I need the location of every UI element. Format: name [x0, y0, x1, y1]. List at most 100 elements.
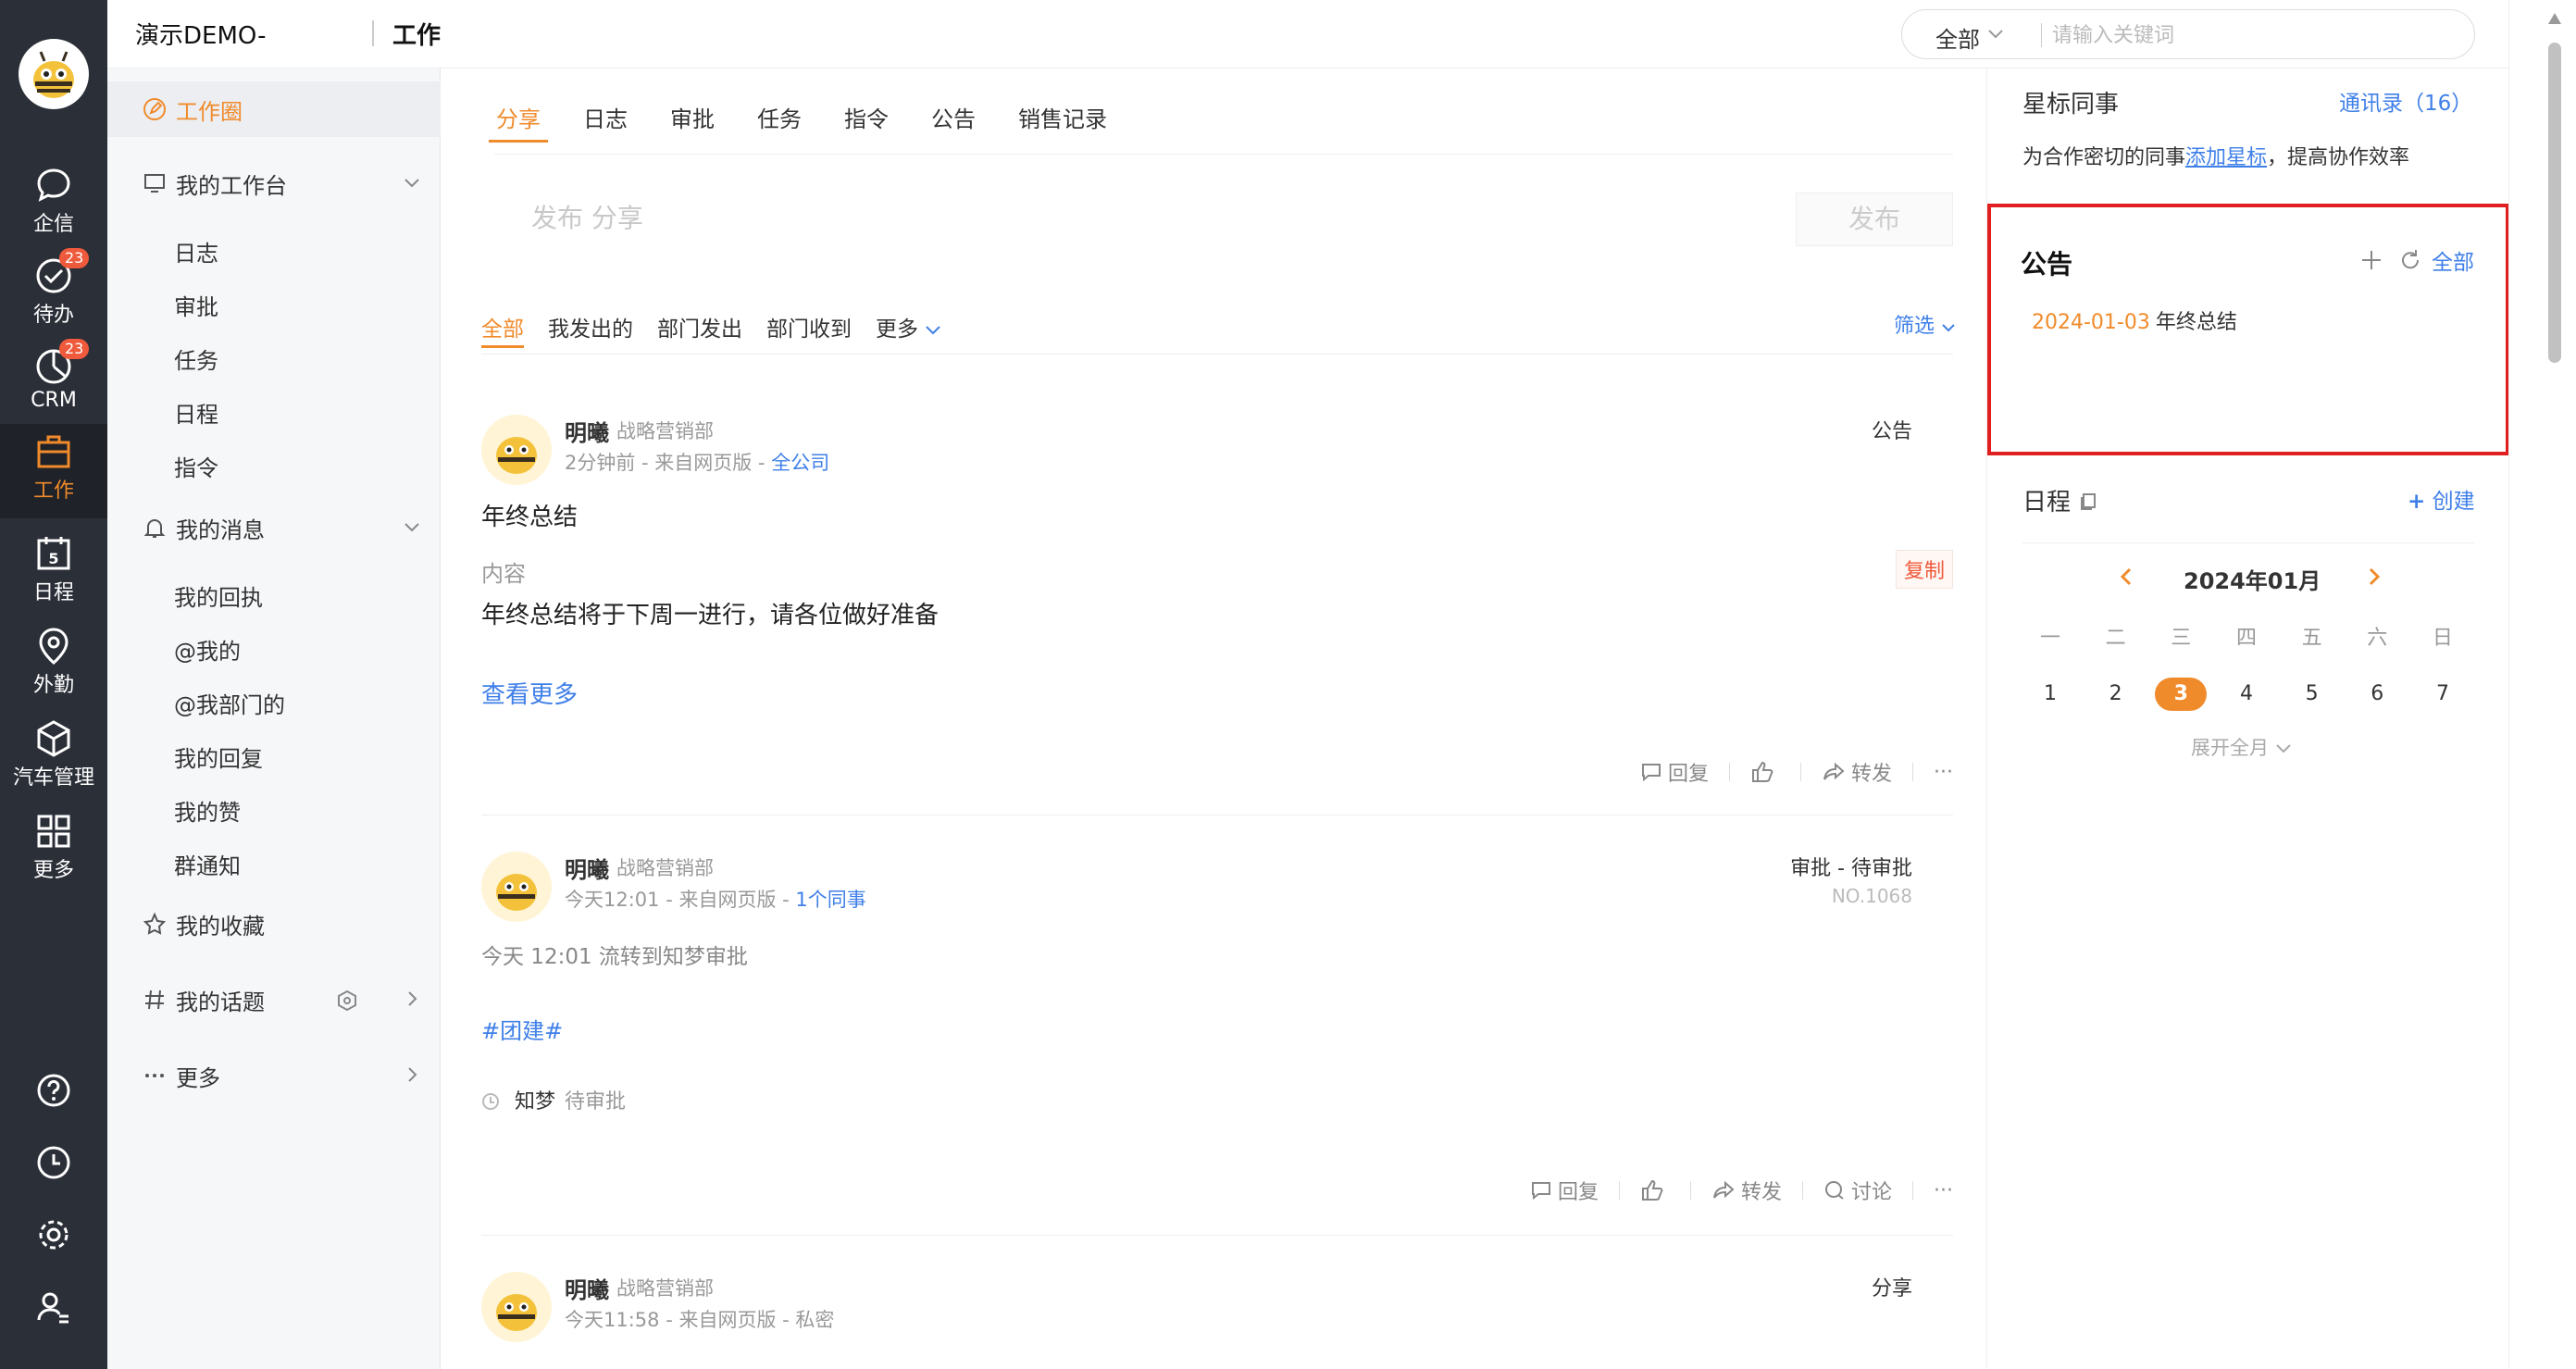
calendar-day[interactable]: 7 — [2417, 678, 2469, 711]
sidebar-subitem-approval[interactable]: 审批 — [174, 289, 218, 326]
create-schedule-button[interactable]: + 创建 — [2408, 483, 2475, 515]
contacts-link[interactable]: 通讯录（16） — [2339, 85, 2472, 117]
visibility-link[interactable]: 1个同事 — [795, 889, 865, 911]
avatar[interactable] — [481, 415, 552, 485]
bee-logo[interactable] — [19, 39, 89, 109]
rail-item-todo[interactable]: 待办 23 — [0, 248, 107, 337]
rail-item-car[interactable]: 汽车管理 — [0, 711, 107, 800]
calendar-day[interactable]: 1 — [2024, 678, 2076, 711]
search-input[interactable] — [2052, 19, 2441, 51]
scrollbar-thumb[interactable] — [2548, 43, 2561, 363]
publish-button[interactable]: 发布 — [1796, 193, 1953, 246]
sidebar-subitem-receipts[interactable]: 我的回执 — [174, 579, 263, 616]
sidebar-subitem-mentions[interactable]: @我的 — [174, 633, 241, 670]
filter-dept-sent[interactable]: 部门发出 — [657, 311, 742, 348]
tab-announcement[interactable]: 公告 — [931, 104, 976, 148]
tab-log[interactable]: 日志 — [583, 104, 628, 148]
sidebar-item-favorites[interactable]: 我的收藏 — [107, 896, 441, 952]
tab-sales-records[interactable]: 销售记录 — [1018, 104, 1107, 148]
forward-button[interactable]: 转发 — [1822, 757, 1892, 787]
like-button[interactable] — [1750, 761, 1780, 783]
sidebar-subitem-schedule[interactable]: 日程 — [174, 396, 218, 433]
copy-icon[interactable] — [2078, 492, 2098, 512]
tab-task[interactable]: 任务 — [757, 104, 802, 148]
action-divider — [1800, 763, 1801, 781]
history-button[interactable] — [0, 1133, 107, 1189]
author-name[interactable]: 明曦 — [565, 1272, 609, 1304]
expand-month-button[interactable]: 展开全月 — [2191, 733, 2292, 761]
forward-button[interactable]: 转发 — [1711, 1176, 1782, 1205]
calendar-day[interactable]: 5 — [2286, 678, 2338, 711]
search-scope-select[interactable]: 全部 — [1935, 21, 1980, 54]
rail-item-work[interactable]: 工作 — [0, 424, 107, 518]
tab-share[interactable]: 分享 — [489, 104, 548, 148]
sidebar-subitem-instruction[interactable]: 指令 — [174, 450, 218, 487]
sidebar-item-work-circle[interactable]: 工作圈 — [107, 81, 441, 137]
account-button[interactable] — [0, 1277, 107, 1333]
rail-item-field[interactable]: 外勤 — [0, 618, 107, 707]
topic-tag[interactable]: #团建# — [481, 1013, 563, 1045]
plus-icon[interactable] — [2359, 248, 2383, 272]
discuss-button[interactable]: 讨论 — [1823, 1176, 1892, 1205]
sidebar-item-my-messages[interactable]: 我的消息 — [107, 500, 441, 555]
company-name[interactable]: 演示DEMO- — [135, 17, 266, 51]
filter-sent-by-me[interactable]: 我发出的 — [548, 311, 633, 348]
sidebar-subitem-log[interactable]: 日志 — [174, 235, 218, 272]
view-more-link[interactable]: 查看更多 — [481, 676, 578, 710]
filter-button[interactable]: 筛选 — [1894, 309, 1956, 339]
avatar[interactable] — [481, 1272, 552, 1342]
announcement-all-link[interactable]: 全部 — [2432, 244, 2474, 276]
filter-more[interactable]: 更多 — [876, 311, 941, 348]
sidebar-subitem-dept-mentions[interactable]: @我部门的 — [174, 687, 285, 724]
compose-input[interactable]: 发布 分享 — [531, 198, 643, 235]
add-star-link[interactable]: 添加星标 — [2185, 146, 2267, 169]
filter-all[interactable]: 全部 — [481, 311, 524, 348]
post-type: 公告 — [1871, 420, 1912, 443]
work-feed: 分享 日志 审批 任务 指令 公告 销售记录 发布 分享 发布 全部 我发出的 … — [441, 68, 1986, 1369]
chevron-right-icon[interactable] — [402, 989, 422, 1009]
chevron-right-icon[interactable] — [402, 1064, 422, 1085]
rail-item-more[interactable]: 更多 — [0, 803, 107, 892]
sidebar-item-topics[interactable]: 我的话题 — [107, 972, 441, 1027]
scroll-up-icon[interactable] — [2548, 13, 2561, 24]
thumbs-up-icon — [1641, 1179, 1663, 1201]
chevron-down-icon[interactable] — [1987, 29, 2004, 40]
more-actions-button[interactable]: ··· — [1934, 761, 1953, 784]
calendar-day[interactable]: 6 — [2351, 678, 2403, 711]
settings-button[interactable] — [0, 1205, 107, 1261]
reply-button[interactable]: 回复 — [1640, 757, 1709, 787]
sidebar-item-more[interactable]: 更多 — [107, 1048, 441, 1103]
visibility-link[interactable]: 全公司 — [771, 452, 829, 474]
like-button[interactable] — [1640, 1179, 1670, 1201]
sidebar-subitem-replies[interactable]: 我的回复 — [174, 741, 263, 778]
sidebar-item-my-workbench[interactable]: 我的工作台 — [107, 156, 441, 211]
copy-button[interactable]: 复制 — [1895, 550, 1953, 589]
reply-button[interactable]: 回复 — [1530, 1176, 1599, 1205]
tab-instruction[interactable]: 指令 — [844, 104, 889, 148]
sidebar-subitem-task[interactable]: 任务 — [174, 342, 218, 380]
briefcase-icon — [37, 435, 70, 468]
chevron-left-icon[interactable] — [2117, 566, 2137, 587]
sidebar-subitem-group-notice[interactable]: 群通知 — [174, 848, 241, 885]
author-name[interactable]: 明曦 — [565, 852, 609, 884]
chevron-right-icon[interactable] — [2363, 566, 2383, 587]
author-name[interactable]: 明曦 — [565, 415, 609, 447]
calendar-day[interactable]: 2 — [2090, 678, 2142, 711]
rail-item-schedule[interactable]: 5 日程 — [0, 526, 107, 615]
calendar-day[interactable]: 4 — [2221, 678, 2272, 711]
rail-item-crm[interactable]: CRM 23 — [0, 339, 107, 428]
page-scrollbar[interactable] — [2508, 0, 2576, 1369]
chevron-down-icon[interactable] — [402, 172, 422, 193]
chevron-down-icon[interactable] — [402, 516, 422, 537]
settings-icon[interactable] — [335, 989, 359, 1013]
help-button[interactable] — [0, 1061, 107, 1116]
more-actions-button[interactable]: ··· — [1934, 1179, 1953, 1202]
refresh-icon[interactable] — [2398, 248, 2422, 272]
sidebar-subitem-likes[interactable]: 我的赞 — [174, 794, 241, 831]
announcement-item[interactable]: 2024-01-03 年终总结 — [2032, 305, 2237, 335]
calendar-day-today[interactable]: 3 — [2155, 678, 2208, 711]
avatar[interactable] — [481, 852, 552, 922]
filter-dept-received[interactable]: 部门收到 — [766, 311, 852, 348]
rail-item-messenger[interactable]: 企信 — [0, 157, 107, 246]
tab-approval[interactable]: 审批 — [670, 104, 715, 148]
